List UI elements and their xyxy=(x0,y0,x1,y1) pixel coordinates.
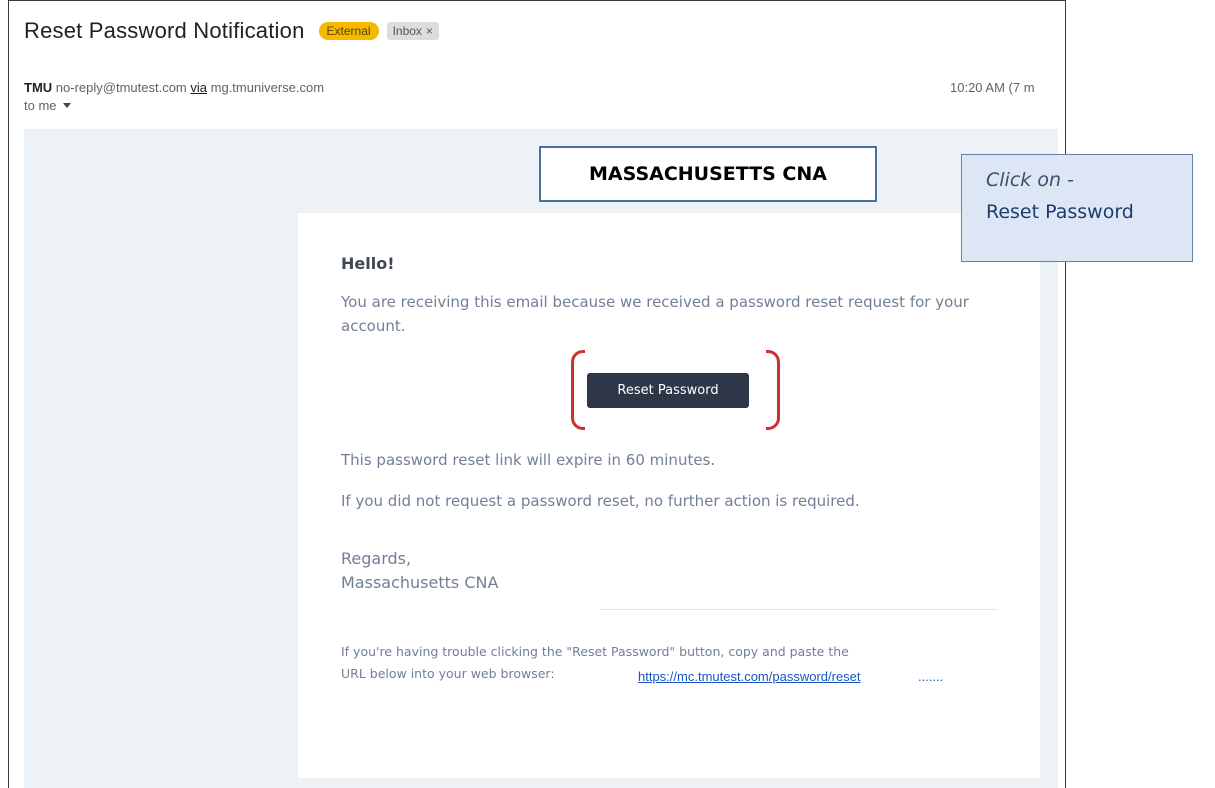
remove-label-icon[interactable]: × xyxy=(426,24,433,38)
recipient-label: to me xyxy=(24,98,57,113)
chevron-down-icon[interactable] xyxy=(62,103,71,108)
inbox-label-text: Inbox xyxy=(392,24,422,38)
via-domain: mg.tmuniverse.com xyxy=(210,80,325,95)
callout-line1: Click on - xyxy=(986,169,1074,191)
url-prefix-text: URL below into your web browser: xyxy=(341,666,555,681)
reset-password-button[interactable]: Reset Password xyxy=(587,373,749,408)
no-action-text: If you did not request a password reset,… xyxy=(341,492,860,510)
external-label-badge: External xyxy=(318,22,379,40)
sender-address: no-reply@tmutest.com xyxy=(55,80,187,95)
email-timestamp: 10:20 AM (7 m xyxy=(950,80,1035,95)
recipient-row[interactable]: to me xyxy=(24,98,71,113)
intro-text: You are receiving this email because we … xyxy=(341,293,969,335)
expiry-text: This password reset link will expire in … xyxy=(341,451,716,469)
email-subject: Reset Password Notification xyxy=(24,18,305,43)
signature-text: Massachusetts CNA xyxy=(341,573,499,592)
via-link[interactable]: via xyxy=(190,80,207,95)
reset-url-link[interactable]: https://mc.tmutest.com/password/reset xyxy=(638,669,861,684)
instruction-callout: Click on - Reset Password xyxy=(961,154,1193,262)
highlight-bracket-left xyxy=(571,350,585,430)
regards-text: Regards, xyxy=(341,549,412,568)
signoff: Regards, Massachusetts CNA xyxy=(341,547,498,595)
highlight-bracket-right xyxy=(766,350,780,430)
greeting: Hello! xyxy=(341,254,395,273)
subject-row: Reset Password Notification External Inb… xyxy=(24,18,439,44)
trouble-text: If you're having trouble clicking the "R… xyxy=(341,644,849,659)
callout-line2: Reset Password xyxy=(986,201,1134,223)
divider xyxy=(600,609,998,610)
sender-row: TMU no-reply@tmutest.com via mg.tmuniver… xyxy=(24,80,324,95)
url-ellipsis: ....... xyxy=(918,669,944,684)
brand-banner: MASSACHUSETTS CNA xyxy=(539,146,877,202)
sender-name: TMU xyxy=(24,80,53,95)
inbox-label-badge: Inbox × xyxy=(386,22,439,40)
